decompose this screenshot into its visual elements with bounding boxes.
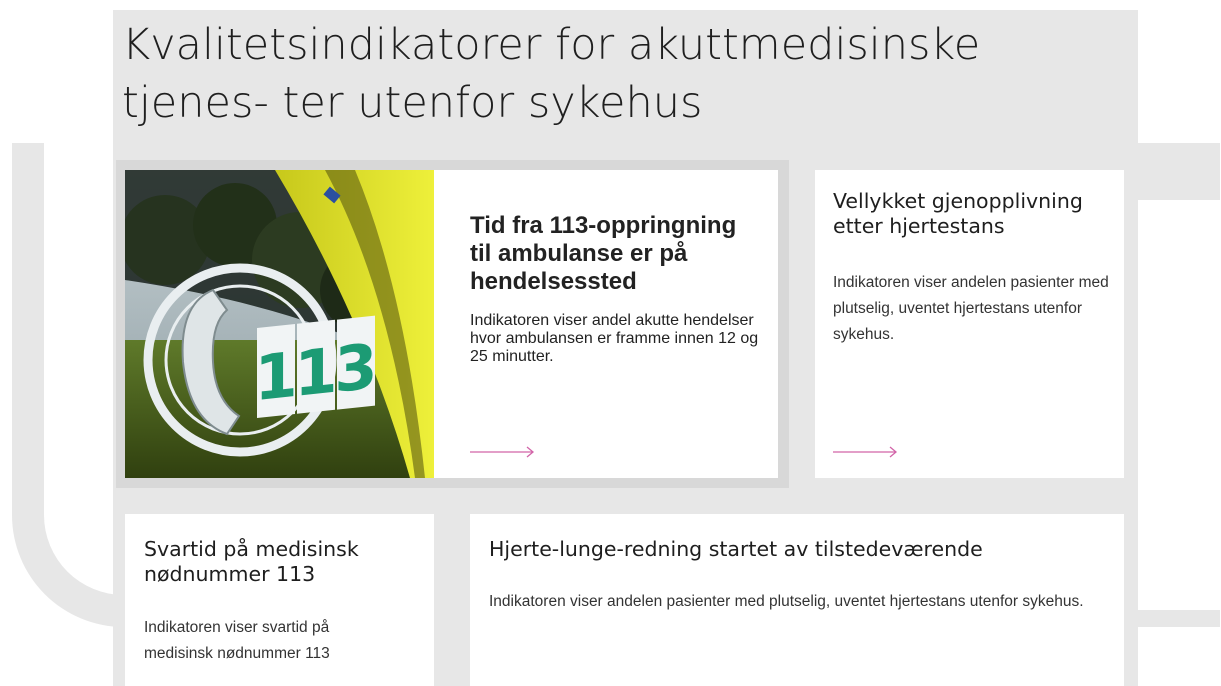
- card-description: Indikatoren viser andel akutte hendelser…: [470, 312, 759, 365]
- svg-text:1: 1: [294, 334, 337, 411]
- page-title: Kvalitetsindikatorer for akuttmedisinske…: [122, 20, 981, 128]
- card-cpr-success[interactable]: Vellykket gjenopplivning etter hjertesta…: [815, 170, 1124, 478]
- ambulance-113-image[interactable]: 1 1 3: [125, 170, 434, 478]
- arrow-right-icon[interactable]: [833, 446, 899, 458]
- svg-text:3: 3: [334, 329, 377, 406]
- card-description: Indikatoren viser andelen pasienter med …: [833, 274, 1109, 343]
- svg-text:1: 1: [254, 338, 297, 415]
- ambulance-photo: 1 1 3: [125, 170, 434, 478]
- card-response-time-113[interactable]: Svartid på medisinsk nødnummer 113 Indik…: [125, 514, 434, 686]
- card-title: Vellykket gjenopplivning etter hjertesta…: [833, 189, 1083, 238]
- background-u-right-mask: [1134, 200, 1221, 610]
- card-description: Indikatoren viser andelen pasienter med …: [489, 593, 1084, 610]
- card-bystander-cpr[interactable]: Hjerte-lunge-redning startet av tilstede…: [470, 514, 1124, 686]
- card-title: Tid fra 113-oppringning til ambulanse er…: [470, 211, 737, 295]
- arrow-right-icon[interactable]: [470, 446, 536, 458]
- card-title: Hjerte-lunge-redning startet av tilstede…: [489, 537, 983, 561]
- card-title: Svartid på medisinsk nødnummer 113: [144, 537, 359, 586]
- card-description: Indikatoren viser svartid på medisinsk n…: [144, 619, 330, 662]
- card-ambulance-time[interactable]: Tid fra 113-oppringning til ambulanse er…: [434, 170, 778, 478]
